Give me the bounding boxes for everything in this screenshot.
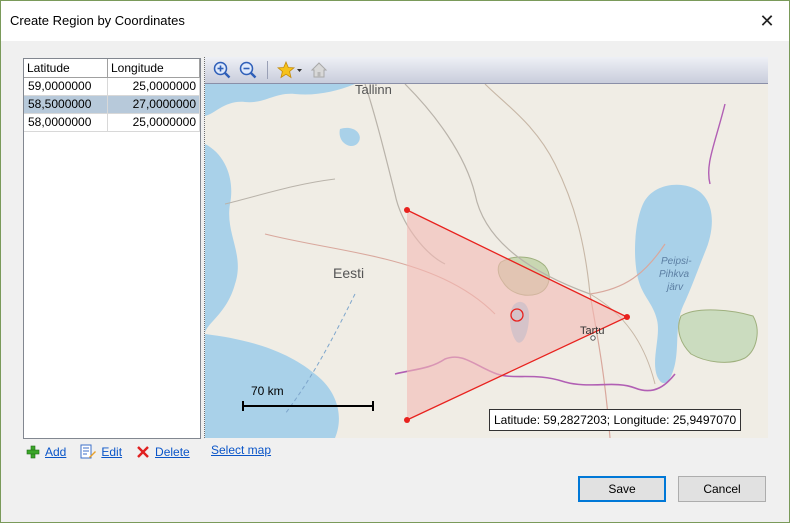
polygon-vertex-handle[interactable] bbox=[404, 417, 410, 423]
edit-button[interactable]: Edit bbox=[80, 444, 122, 460]
delete-x-icon bbox=[137, 446, 149, 458]
column-header-latitude[interactable]: Latitude bbox=[24, 59, 108, 77]
zoom-in-button[interactable] bbox=[211, 59, 233, 81]
latitude-cell[interactable]: 58,5000000 bbox=[24, 96, 108, 113]
grid-actions: Add Edit Delete bbox=[26, 443, 190, 461]
table-row-selected[interactable]: 58,5000000 27,0000000 bbox=[24, 96, 200, 114]
add-button[interactable]: Add bbox=[26, 445, 66, 459]
edit-icon bbox=[80, 444, 97, 459]
dialog-title: Create Region by Coordinates bbox=[10, 13, 185, 28]
map-svg[interactable]: Tallinn Eesti Tartu Peipsi- Pihkva järv … bbox=[205, 84, 768, 438]
eesti-label: Eesti bbox=[333, 265, 364, 281]
zoom-out-button[interactable] bbox=[237, 59, 259, 81]
table-row[interactable]: 58,0000000 25,0000000 bbox=[24, 114, 200, 132]
home-button[interactable] bbox=[308, 59, 330, 81]
longitude-cell[interactable]: 25,0000000 bbox=[108, 78, 200, 95]
tartu-label: Tartu bbox=[580, 325, 604, 337]
edit-link[interactable]: Edit bbox=[101, 445, 122, 459]
cancel-button[interactable]: Cancel bbox=[678, 476, 766, 502]
save-button[interactable]: Save bbox=[578, 476, 666, 502]
lake-label-line1: Peipsi- bbox=[661, 256, 692, 267]
title-bar: Create Region by Coordinates ✕ bbox=[1, 1, 789, 41]
select-map-link[interactable]: Select map bbox=[211, 443, 271, 457]
delete-link[interactable]: Delete bbox=[155, 445, 190, 459]
plus-icon bbox=[26, 445, 40, 459]
lake-label-line3: järv bbox=[665, 282, 684, 293]
favorites-dropdown-button[interactable] bbox=[276, 59, 304, 81]
dialog-client-area: Latitude Longitude 59,0000000 25,0000000… bbox=[1, 41, 789, 522]
grid-header: Latitude Longitude bbox=[24, 59, 200, 78]
zoom-in-icon bbox=[213, 61, 231, 79]
map-toolbar bbox=[205, 57, 768, 84]
zoom-out-icon bbox=[239, 61, 257, 79]
table-row[interactable]: 59,0000000 25,0000000 bbox=[24, 78, 200, 96]
map-canvas[interactable]: Tallinn Eesti Tartu Peipsi- Pihkva järv … bbox=[205, 84, 768, 438]
dialog-window: Create Region by Coordinates ✕ Latitude … bbox=[0, 0, 790, 523]
close-button[interactable]: ✕ bbox=[753, 7, 781, 35]
latitude-cell[interactable]: 59,0000000 bbox=[24, 78, 108, 95]
map-view[interactable]: Tallinn Eesti Tartu Peipsi- Pihkva järv … bbox=[204, 57, 768, 438]
favorites-star-icon bbox=[277, 61, 302, 79]
scale-bar-label: 70 km bbox=[251, 384, 284, 398]
coordinates-grid[interactable]: Latitude Longitude 59,0000000 25,0000000… bbox=[23, 58, 201, 439]
polygon-vertex-handle[interactable] bbox=[624, 314, 630, 320]
home-icon bbox=[310, 62, 328, 78]
polygon-vertex-handle[interactable] bbox=[404, 207, 410, 213]
add-link[interactable]: Add bbox=[45, 445, 66, 459]
toolbar-separator bbox=[267, 61, 268, 79]
tallinn-label: Tallinn bbox=[355, 84, 392, 97]
longitude-cell[interactable]: 27,0000000 bbox=[108, 96, 200, 113]
column-header-longitude[interactable]: Longitude bbox=[108, 59, 200, 77]
delete-button[interactable]: Delete bbox=[136, 445, 190, 459]
latitude-cell[interactable]: 58,0000000 bbox=[24, 114, 108, 131]
lake-label-line2: Pihkva bbox=[659, 269, 689, 280]
coordinate-readout: Latitude: 59,2827203; Longitude: 25,9497… bbox=[489, 409, 742, 431]
longitude-cell[interactable]: 25,0000000 bbox=[108, 114, 200, 131]
